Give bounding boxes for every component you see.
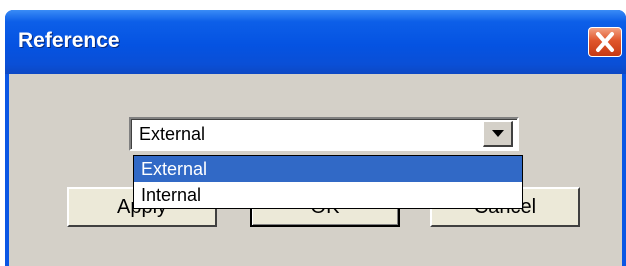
close-icon: [596, 32, 614, 52]
close-button[interactable]: [588, 27, 622, 57]
reference-combo[interactable]: External: [129, 117, 519, 151]
reference-dialog: Reference External Apply OK Cancel Exter…: [5, 10, 626, 266]
combo-selected-value: External: [139, 124, 206, 144]
chevron-down-icon: [492, 130, 504, 137]
dropdown-option-internal[interactable]: Internal: [134, 182, 522, 208]
combo-dropdown-list: External Internal: [133, 155, 523, 209]
combo-dropdown-button[interactable]: [483, 121, 513, 147]
title-bar[interactable]: Reference: [5, 10, 626, 74]
dialog-body: External Apply OK Cancel External Intern…: [9, 74, 622, 266]
dialog-title: Reference: [18, 29, 120, 52]
dropdown-option-external[interactable]: External: [134, 156, 522, 182]
